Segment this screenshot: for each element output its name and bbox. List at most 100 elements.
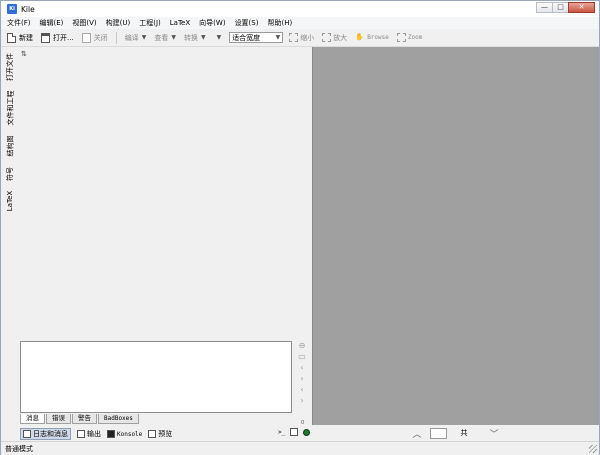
output-icon	[77, 430, 85, 438]
main-toolbar: 新建 打开... 关闭 编译 ▼ 查看 ▼ 转换 ▼ ▼ 适合宽度 ▼ 缩小 放…	[1, 29, 599, 47]
badboxes-label: BadBoxes	[104, 415, 133, 422]
comment-icon[interactable]: ▭	[297, 352, 307, 362]
zoom-tool-icon	[396, 33, 406, 42]
close-document-icon	[81, 32, 91, 43]
app-window: Ki Kile — □ ✕ 文件(F) 编辑(E) 视图(V) 构建(U) 工程…	[0, 0, 600, 455]
zoom-out-icon	[289, 33, 299, 42]
minimize-button[interactable]: —	[536, 2, 553, 13]
message-tabs: 消息 错误 警告 BadBoxes	[20, 414, 140, 424]
browse-label: Browse	[367, 34, 389, 41]
preview-button[interactable]: 预览	[148, 429, 172, 439]
view-button[interactable]: 查看 ▼	[154, 33, 176, 43]
document-preview-pane[interactable]	[312, 47, 599, 425]
side-tab-structure[interactable]: 结构图	[3, 131, 17, 161]
tab-errors[interactable]: 错误	[46, 414, 71, 424]
window-title: Kile	[21, 4, 35, 14]
side-tab-label: 符号	[6, 167, 14, 181]
title-bar[interactable]: Ki Kile — □ ✕	[1, 1, 599, 17]
side-tab-open-files[interactable]: 打开文件	[3, 49, 17, 85]
log-icon	[23, 430, 31, 438]
menu-settings[interactable]: 设置(S)	[235, 18, 259, 28]
counter-label: 0	[301, 420, 305, 426]
shell-prompt-icon[interactable]: >_	[278, 429, 285, 436]
preview-label: 预览	[158, 430, 173, 438]
stop-icon[interactable]: ⊖	[297, 341, 307, 351]
status-bar: 普通模式	[1, 441, 599, 455]
zoom-out-button[interactable]: 缩小	[289, 33, 314, 43]
bottom-right-controls: >_	[278, 428, 311, 436]
open-folder-icon	[41, 32, 50, 43]
close-document-button[interactable]: 关闭	[81, 32, 108, 43]
chevron-down-icon[interactable]: ▼	[201, 34, 206, 41]
new-document-icon	[7, 32, 16, 43]
tab-messages[interactable]: 消息	[20, 414, 45, 424]
menu-wizard[interactable]: 向导(W)	[199, 18, 225, 28]
chevron-left-icon[interactable]: ‹	[297, 385, 307, 395]
message-panel[interactable]	[20, 341, 292, 413]
side-tab-label: 文件和工程	[6, 90, 14, 126]
chevron-down-icon[interactable]: ﹀	[490, 427, 499, 440]
log-messages-button[interactable]: 日志和消息	[20, 428, 71, 440]
window-controls: — □ ✕	[536, 2, 595, 13]
menu-help[interactable]: 帮助(H)	[267, 18, 292, 28]
output-button[interactable]: 输出	[77, 429, 101, 439]
zoom-select-value: 适合宽度	[232, 33, 261, 42]
bottom-toolbar: 日志和消息 输出 Konsole 预览	[20, 428, 178, 440]
menu-file[interactable]: 文件(F)	[7, 18, 31, 28]
compile-button[interactable]: 编译 ▼	[125, 33, 147, 43]
zoom-in-icon	[322, 33, 332, 42]
menu-bar: 文件(F) 编辑(E) 视图(V) 构建(U) 工程(J) LaTeX 向导(W…	[1, 17, 599, 29]
menu-build[interactable]: 构建(U)	[106, 18, 131, 28]
chevron-right-icon[interactable]: ›	[297, 396, 307, 406]
konsole-button[interactable]: Konsole	[107, 430, 142, 438]
editor-area[interactable]	[18, 47, 312, 339]
close-window-button[interactable]: ✕	[568, 2, 595, 13]
clipboard-icon[interactable]	[290, 428, 299, 436]
zoom-out-label: 缩小	[300, 33, 315, 42]
menu-project[interactable]: 工程(J)	[139, 18, 161, 28]
terminal-icon	[107, 430, 115, 438]
view-label: 查看	[154, 33, 169, 42]
menu-latex[interactable]: LaTeX	[170, 19, 190, 27]
side-tab-label: 结构图	[6, 135, 14, 157]
tab-badboxes[interactable]: BadBoxes	[98, 414, 139, 424]
side-tab-label: LaTeX	[6, 190, 15, 212]
zoom-in-label: 放大	[333, 33, 348, 42]
convert-button[interactable]: 转换 ▼	[184, 33, 206, 43]
open-button[interactable]: 打开...	[41, 32, 74, 43]
resize-grip-icon[interactable]	[589, 445, 597, 453]
zoom-in-button[interactable]: 放大	[322, 33, 347, 43]
panel-handle-icon[interactable]: ⇅	[21, 50, 27, 58]
new-button[interactable]: 新建	[7, 32, 33, 43]
close-label: 关闭	[93, 33, 108, 42]
side-tab-symbols[interactable]: 符号	[3, 163, 17, 185]
page-number-input[interactable]	[429, 427, 447, 439]
status-led-icon	[303, 428, 311, 436]
menu-edit[interactable]: 编辑(E)	[40, 18, 64, 28]
zoom-select[interactable]: 适合宽度 ▼	[229, 32, 284, 43]
browse-button[interactable]: ✋ Browse	[355, 33, 389, 43]
message-side-controls: ⊖ ▭ ‹ › ‹ ›	[297, 341, 309, 411]
maximize-button[interactable]: □	[552, 2, 569, 13]
chevron-up-icon[interactable]: ︿	[412, 427, 421, 440]
zoom-tool-button[interactable]: Zoom	[396, 33, 422, 42]
chevron-down-icon[interactable]: ▼	[171, 34, 176, 41]
extra-dropdown[interactable]: ▼	[214, 34, 222, 41]
side-tab-latex[interactable]: LaTeX	[3, 187, 17, 215]
side-tab-files-projects[interactable]: 文件和工程	[3, 87, 17, 129]
toolbar-separator	[115, 31, 117, 44]
konsole-label: Konsole	[117, 430, 143, 438]
convert-label: 转换	[183, 33, 198, 42]
compile-label: 编译	[124, 33, 139, 42]
side-tab-label: 打开文件	[6, 53, 14, 81]
chevron-right-icon[interactable]: ›	[297, 374, 307, 384]
page-total-label: 共	[460, 429, 468, 437]
kile-app-icon: Ki	[7, 4, 17, 14]
tab-warnings[interactable]: 警告	[72, 414, 97, 424]
hand-icon: ✋	[355, 32, 364, 41]
chevron-down-icon[interactable]: ▼	[142, 34, 147, 41]
chevron-left-icon[interactable]: ‹	[297, 363, 307, 373]
output-label: 输出	[87, 430, 101, 438]
menu-view[interactable]: 视图(V)	[72, 18, 96, 28]
side-tab-strip: 打开文件 文件和工程 结构图 符号 LaTeX	[3, 47, 17, 217]
